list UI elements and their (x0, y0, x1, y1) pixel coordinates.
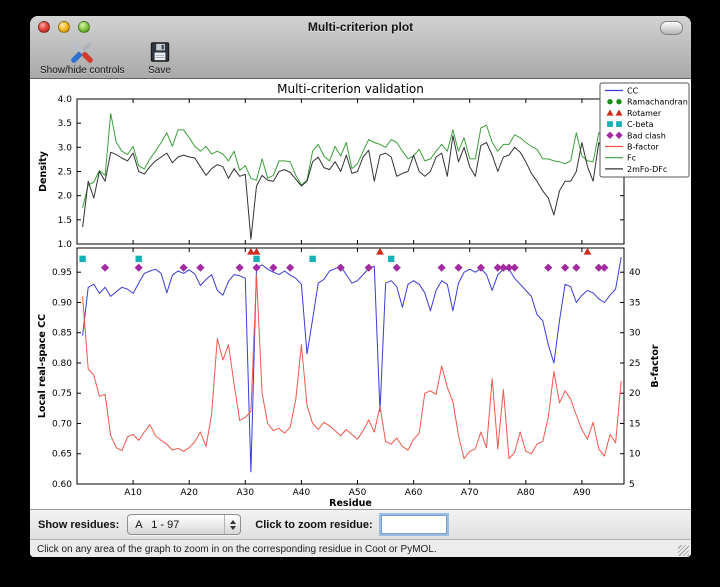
svg-text:B-factor: B-factor (650, 344, 661, 387)
svg-text:CC: CC (627, 87, 639, 96)
tools-icon (69, 39, 95, 65)
svg-text:A80: A80 (517, 488, 535, 498)
plot-figure: 1.0 1.5 2.0 2.5 3.0 3.5 4.0 0.60 0.65 0.70 0.75 0.8… (30, 79, 691, 509)
status-message: Click on any area of the graph to zoom i… (37, 544, 437, 555)
svg-text:Fc: Fc (627, 154, 636, 163)
svg-text:25: 25 (629, 359, 640, 369)
zoom-residue-label: Click to zoom residue: (255, 519, 372, 531)
toolbar-toggle-button[interactable] (660, 21, 683, 35)
zoom-residue-input[interactable] (381, 515, 447, 534)
show-hide-controls-button[interactable]: Show/hide controls (40, 39, 125, 76)
svg-text:0.90: 0.90 (52, 298, 72, 308)
svg-text:A20: A20 (180, 488, 198, 498)
svg-text:0.75: 0.75 (52, 389, 72, 399)
svg-text:B-factor: B-factor (627, 143, 660, 152)
svg-text:3.5: 3.5 (58, 119, 72, 129)
svg-text:A40: A40 (293, 488, 311, 498)
multi-criterion-chart[interactable]: 1.0 1.5 2.0 2.5 3.0 3.5 4.0 0.60 0.65 0.70 0.75 0.8… (30, 79, 691, 509)
svg-text:Bad clash: Bad clash (627, 131, 666, 140)
resize-grip[interactable] (678, 545, 689, 556)
svg-text:A30: A30 (237, 488, 255, 498)
svg-text:0.70: 0.70 (52, 419, 72, 429)
screen: { "window": { "title": "Multi-criterion … (0, 0, 720, 587)
svg-text:A70: A70 (461, 488, 479, 498)
show-residues-value: A 1 - 97 (128, 519, 224, 531)
show-hide-controls-label: Show/hide controls (40, 65, 125, 76)
svg-text:0.60: 0.60 (52, 480, 72, 490)
svg-text:0.95: 0.95 (52, 268, 72, 278)
toolbar: Show/hide controls Save (30, 38, 691, 76)
svg-text:C-beta: C-beta (627, 120, 654, 129)
svg-text:0.80: 0.80 (52, 359, 72, 369)
show-residues-label: Show residues: (38, 519, 119, 531)
svg-text:35: 35 (629, 298, 640, 308)
popup-stepper-icon (224, 515, 240, 534)
status-bar: Click on any area of the graph to zoom i… (30, 539, 691, 557)
svg-text:4.0: 4.0 (58, 95, 73, 105)
svg-text:Ramachandran: Ramachandran (627, 98, 688, 107)
svg-text:Multi-criterion validation: Multi-criterion validation (277, 82, 424, 96)
svg-text:Local real-space CC: Local real-space CC (37, 314, 48, 418)
svg-text:3.0: 3.0 (58, 143, 73, 153)
svg-text:2.5: 2.5 (58, 168, 72, 178)
titlebar[interactable]: Multi-criterion plot (30, 16, 691, 38)
show-residues-select[interactable]: A 1 - 97 (127, 514, 241, 535)
svg-text:Rotamer: Rotamer (627, 109, 662, 118)
window-title: Multi-criterion plot (30, 20, 691, 34)
svg-text:0.65: 0.65 (52, 450, 72, 460)
svg-text:2.0: 2.0 (58, 192, 73, 202)
save-button[interactable]: Save (147, 39, 173, 76)
svg-text:20: 20 (629, 389, 641, 399)
svg-text:30: 30 (629, 329, 641, 339)
svg-text:A60: A60 (405, 488, 423, 498)
svg-text:A10: A10 (124, 488, 142, 498)
multi-criterion-plot-window: Multi-criterion plot Show/hide controls (30, 16, 691, 557)
controls-bar: Show residues: A 1 - 97 Click to zoom re… (30, 509, 691, 539)
svg-text:15: 15 (629, 419, 640, 429)
save-label: Save (148, 65, 171, 76)
svg-text:1.5: 1.5 (58, 216, 72, 226)
svg-text:0.85: 0.85 (52, 329, 72, 339)
svg-text:A50: A50 (349, 488, 367, 498)
save-icon (147, 39, 173, 65)
svg-text:5: 5 (629, 480, 635, 490)
window-chrome: Multi-criterion plot Show/hide controls (30, 16, 691, 79)
svg-text:1.0: 1.0 (58, 240, 73, 250)
svg-text:40: 40 (629, 268, 641, 278)
svg-text:Residue: Residue (329, 498, 372, 509)
svg-text:2mFo-DFc: 2mFo-DFc (627, 165, 667, 174)
svg-text:Density: Density (38, 150, 49, 192)
svg-text:10: 10 (629, 450, 641, 460)
svg-text:A90: A90 (573, 488, 591, 498)
